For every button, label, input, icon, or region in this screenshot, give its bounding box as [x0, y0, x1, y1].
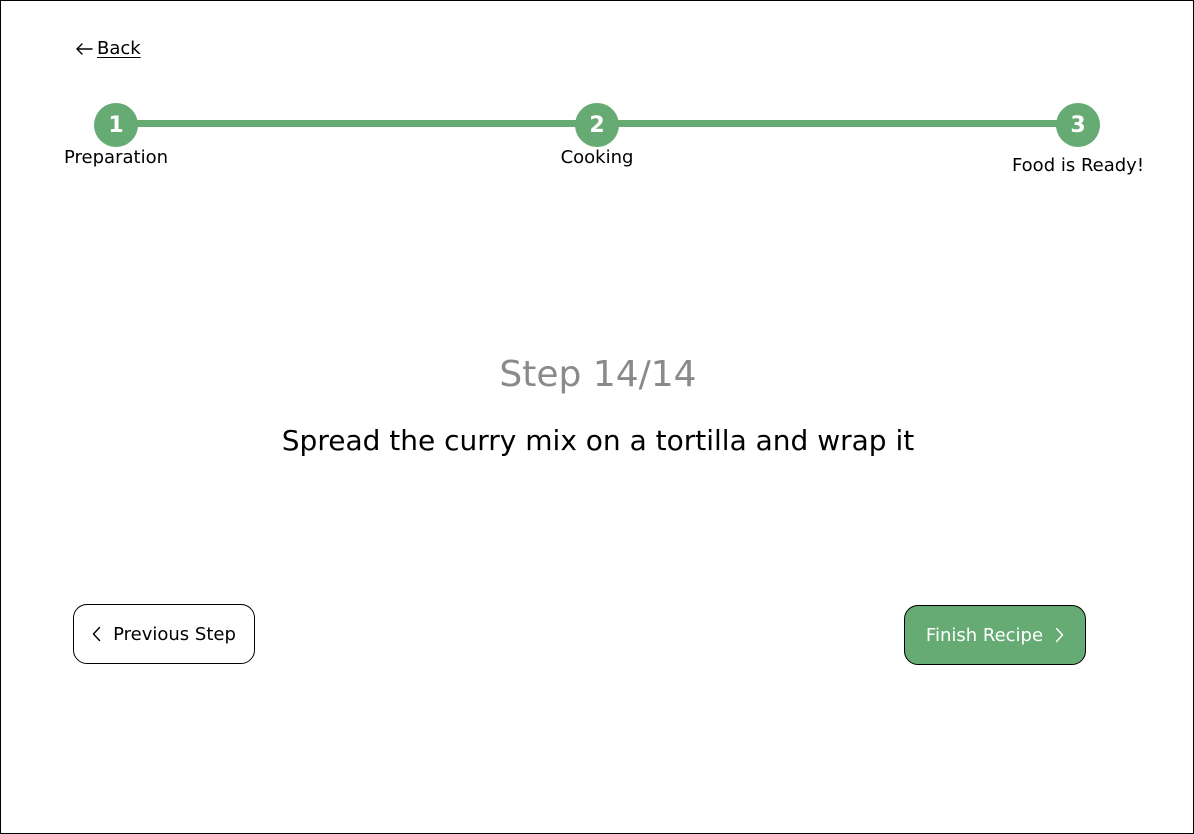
step-node-food-ready: 3	[1056, 103, 1100, 147]
previous-step-button[interactable]: Previous Step	[73, 604, 255, 664]
chevron-right-icon	[1055, 627, 1064, 643]
step-label-cooking: Cooking	[560, 147, 634, 168]
step-counter: Step 14/14	[499, 354, 697, 395]
step-node-preparation: 1	[94, 103, 138, 147]
step-instruction: Spread the curry mix on a tortilla and w…	[281, 424, 915, 457]
arrow-left-icon	[75, 42, 93, 56]
step-node-cooking: 2	[575, 103, 619, 147]
finish-recipe-button[interactable]: Finish Recipe	[904, 605, 1086, 665]
finish-recipe-label: Finish Recipe	[925, 624, 1044, 646]
back-label: Back	[97, 38, 141, 59]
chevron-left-icon	[92, 626, 101, 642]
step-label-food-ready: Food is Ready!	[1011, 155, 1145, 176]
app-frame: Back 1 2 3 Preparation Cooking Food is R…	[0, 0, 1194, 834]
previous-step-label: Previous Step	[113, 623, 236, 645]
step-label-preparation: Preparation	[64, 147, 168, 168]
back-link[interactable]: Back	[75, 38, 141, 59]
